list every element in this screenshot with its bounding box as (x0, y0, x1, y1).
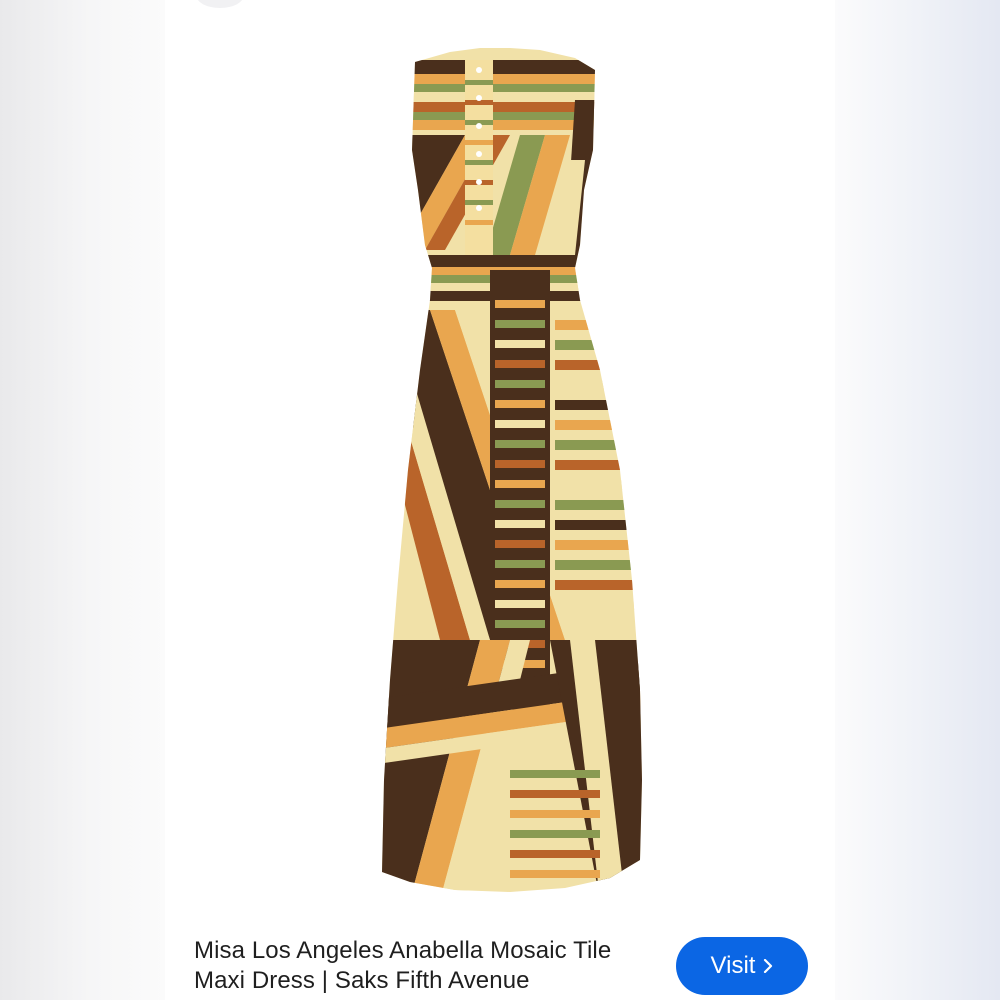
blurred-left-backdrop (0, 0, 165, 1000)
visit-button-label: Visit (710, 952, 756, 979)
image-result-screen: Misa Los Angeles Anabella Mosaic Tile Ma… (0, 0, 1000, 1000)
blurred-right-backdrop (835, 0, 1000, 1000)
chevron-right-icon (764, 959, 773, 973)
product-image[interactable] (370, 40, 650, 900)
visit-button[interactable]: Visit (676, 937, 808, 995)
result-title[interactable]: Misa Los Angeles Anabella Mosaic Tile Ma… (194, 936, 654, 996)
